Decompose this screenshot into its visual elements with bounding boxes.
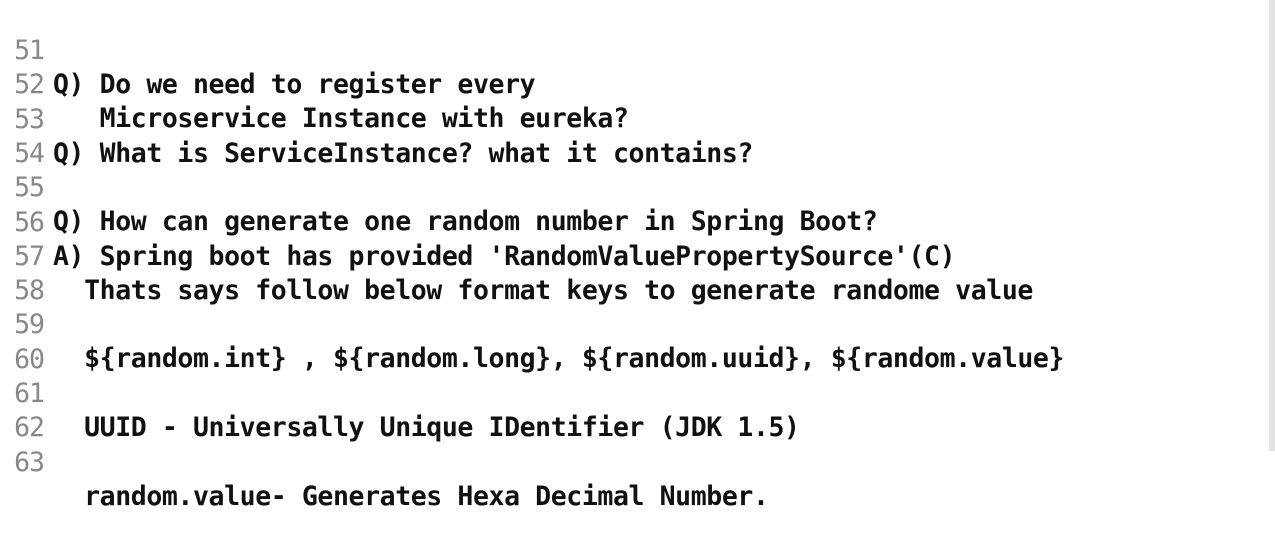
line-text[interactable]: Q) Do we need to register every: [53, 68, 536, 102]
line-text[interactable]: Q) What is ServiceInstance? what it cont…: [53, 137, 753, 171]
editor-line: 54: [0, 103, 62, 169]
editor-line: 58: [0, 240, 62, 306]
editor-line: 55 Q) How can generate one random number…: [0, 137, 878, 237]
editor-line: 53 Q) What is ServiceInstance? what it c…: [0, 69, 753, 169]
line-text[interactable]: Thats says follow below format keys to g…: [53, 274, 1033, 308]
editor-line: 59 ${random.int} , ${random.long}, ${ran…: [0, 274, 1064, 374]
line-text[interactable]: Microservice Instance with eureka?: [53, 102, 629, 136]
line-text[interactable]: UUID - Universally Unique IDentifier (JD…: [53, 411, 800, 445]
editor-line: 57 Thats says follow below format keys t…: [0, 206, 1033, 306]
line-text[interactable]: random.value- Generates Hexa Decimal Num…: [53, 480, 769, 514]
editor-line: 56 A) Spring boot has provided 'RandomVa…: [0, 172, 955, 272]
editor-line: 63 random.value- Generates Hexa Decimal …: [0, 412, 769, 512]
line-text[interactable]: ${random.int} , ${random.long}, ${random…: [53, 342, 1064, 376]
line-text[interactable]: A) Spring boot has provided 'RandomValue…: [53, 240, 956, 274]
editor-line: 61 UUID - Universally Unique IDentifier …: [0, 343, 800, 443]
editor-line: 60: [0, 309, 62, 375]
editor-line: 51 Q) Do we need to register every: [0, 0, 536, 100]
text-editor[interactable]: 51 Q) Do we need to register every 52 Mi…: [0, 0, 1269, 512]
scrollbar[interactable]: [1269, 0, 1275, 451]
editor-line: 52 Microservice Instance with eureka?: [0, 34, 629, 134]
editor-line: 62: [0, 377, 62, 443]
line-text[interactable]: Q) How can generate one random number in…: [53, 205, 878, 239]
